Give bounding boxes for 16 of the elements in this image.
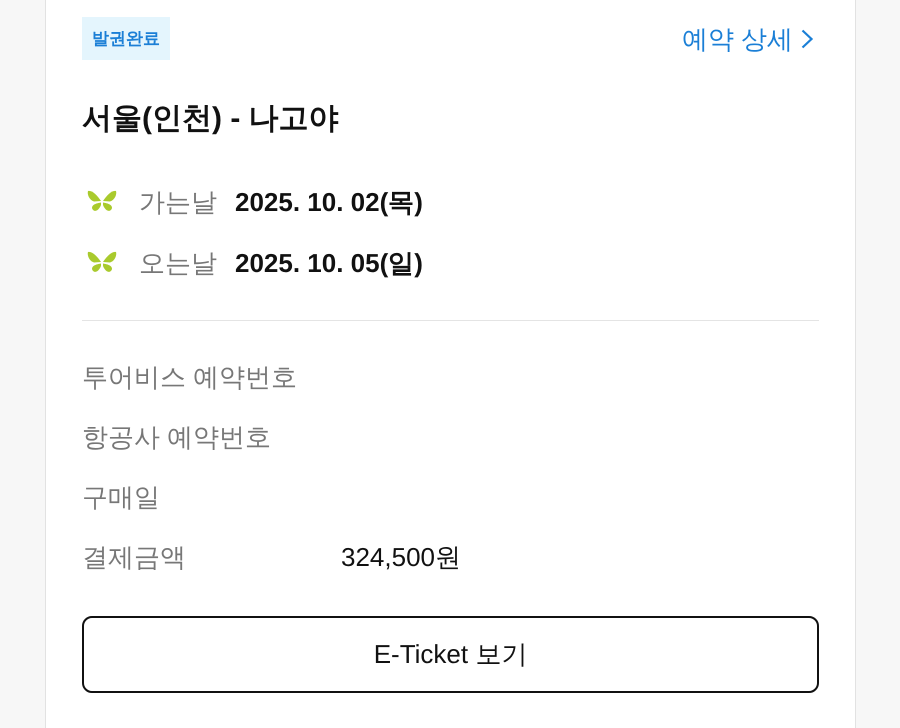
chevron-right-icon xyxy=(801,28,813,48)
status-badge: 발권완료 xyxy=(82,17,170,60)
schedule-label: 가는날 xyxy=(139,186,218,218)
detail-label: 구매일 xyxy=(82,481,161,513)
detail-label: 결제금액 xyxy=(82,541,187,573)
schedule-date: 2025. 10. 05(일) xyxy=(235,246,423,278)
detail-value: 324,500원 xyxy=(341,541,461,573)
eticket-button[interactable]: E-Ticket 보기 xyxy=(82,616,819,693)
detail-label: 투어비스 예약번호 xyxy=(82,361,298,393)
route-title: 서울(인천) - 나고야 xyxy=(82,101,340,137)
reservation-detail-link[interactable]: 예약 상세 xyxy=(682,22,813,54)
butterfly-icon xyxy=(87,190,117,213)
detail-label: 항공사 예약번호 xyxy=(82,421,272,453)
schedule-date: 2025. 10. 02(목) xyxy=(235,186,423,218)
butterfly-icon xyxy=(87,251,117,274)
schedule-label: 오는날 xyxy=(139,246,218,278)
